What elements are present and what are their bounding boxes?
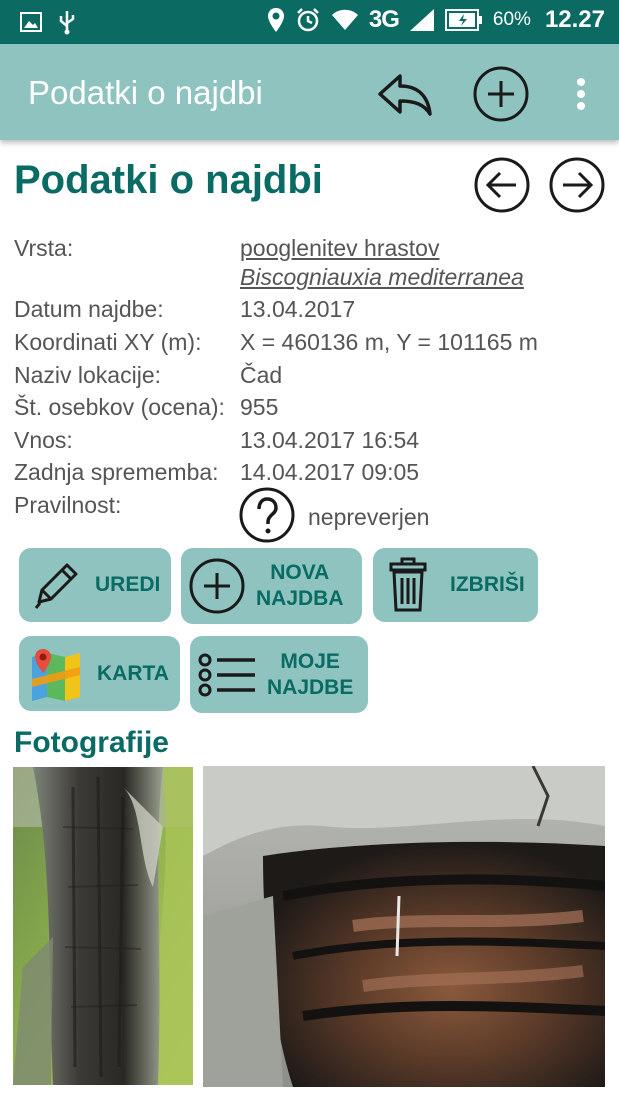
trash-icon: [389, 557, 427, 612]
modified-label: Zadnja sprememba:: [14, 459, 219, 485]
arrow-left-icon[interactable]: [474, 157, 530, 213]
coords-label: Koordinati XY (m):: [14, 329, 202, 355]
question-icon: [239, 487, 295, 543]
entry-value: 13.04.2017 16:54: [240, 427, 420, 453]
arrow-right-icon[interactable]: [549, 157, 605, 213]
modified-value: 14.04.2017 09:05: [240, 459, 420, 485]
map-icon: [32, 648, 80, 701]
date-label: Datum najdbe:: [14, 296, 164, 322]
signal-icon: [409, 9, 434, 31]
location-label: Naziv lokacije:: [14, 362, 161, 388]
pencil-icon: [34, 563, 78, 609]
wifi-icon: [331, 9, 358, 30]
edit-button-label: UREDI: [95, 573, 161, 596]
entry-label: Vnos:: [14, 427, 73, 453]
my-finds-label-line2: NAJDBE: [267, 675, 354, 699]
battery-icon: [444, 9, 482, 31]
validity-label: Pravilnost:: [14, 492, 122, 518]
more-vert-icon[interactable]: [566, 66, 596, 122]
species-common-link[interactable]: pooglenitev hrastov: [240, 235, 439, 262]
new-find-button[interactable]: NOVA NAJDBA: [181, 548, 362, 624]
map-button[interactable]: KARTA: [19, 636, 180, 711]
species-latin-link[interactable]: Biscogniauxia mediterranea: [240, 264, 524, 291]
validity-value: nepreverjen: [308, 504, 430, 530]
map-button-label: KARTA: [97, 661, 169, 685]
photo-thumbnail-2[interactable]: [203, 766, 605, 1087]
page-title: Podatki o najdbi: [14, 158, 323, 202]
location-icon: [267, 8, 284, 32]
new-find-label-line2: NAJDBA: [256, 587, 344, 610]
photos-heading: Fotografije: [14, 726, 169, 759]
app-bar: Podatki o najdbi: [0, 44, 619, 140]
my-finds-label-line1: MOJE: [280, 649, 340, 673]
date-value: 13.04.2017: [240, 296, 356, 322]
battery-percent: 60%: [492, 9, 531, 30]
delete-button-label: IZBRIŠI: [450, 573, 525, 596]
species-label: Vrsta:: [14, 235, 74, 261]
network-type: 3G: [368, 6, 400, 33]
list-icon: [198, 653, 255, 696]
alarm-icon: [297, 8, 319, 32]
photo-thumbnail-1[interactable]: [13, 767, 193, 1085]
add-circle-icon[interactable]: [472, 66, 530, 122]
count-value: 955: [240, 394, 279, 420]
count-label: Št. osebkov (ocena):: [14, 394, 225, 420]
image-icon: [20, 12, 42, 32]
location-value: Čad: [240, 362, 283, 388]
usb-icon: [59, 11, 75, 35]
new-find-label-line1: NOVA: [270, 561, 330, 584]
coords-value: X = 460136 m, Y = 101165 m: [240, 329, 538, 355]
status-bar: 3G 60% 12.27: [0, 0, 619, 44]
reply-icon[interactable]: [376, 66, 434, 122]
add-circle-icon: [189, 558, 245, 614]
app-bar-title: Podatki o najdbi: [28, 74, 263, 111]
delete-button[interactable]: IZBRIŠI: [373, 548, 538, 622]
edit-button[interactable]: UREDI: [19, 548, 171, 622]
my-finds-button[interactable]: MOJE NAJDBE: [190, 636, 368, 713]
clock: 12.27: [544, 6, 605, 33]
